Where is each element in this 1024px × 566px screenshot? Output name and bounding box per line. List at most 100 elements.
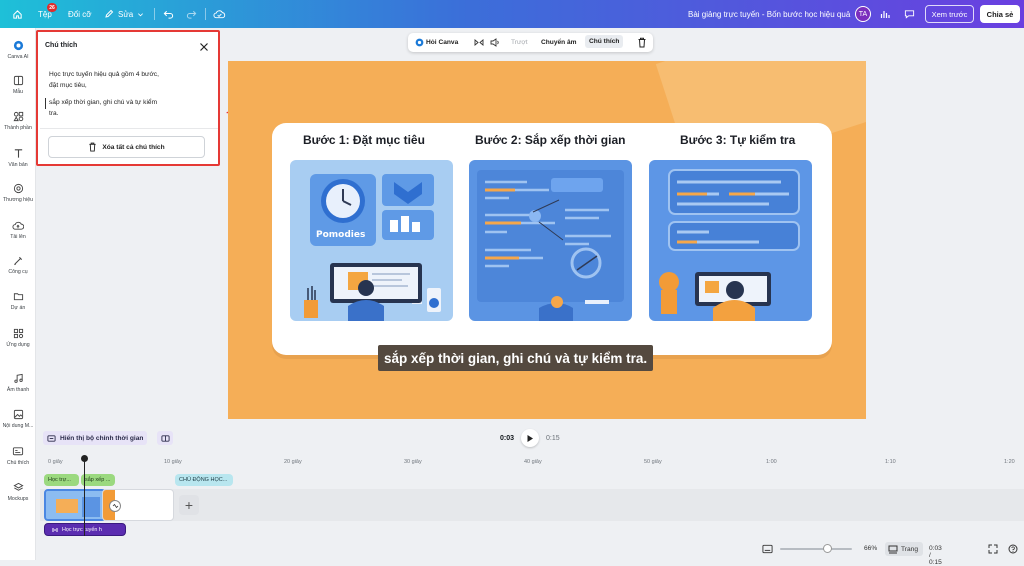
step-title: Bước 3: Tự kiểm tra: [680, 133, 796, 147]
redo-button[interactable]: [186, 0, 197, 28]
caption-clip[interactable]: Học trự...: [44, 474, 79, 486]
zoom-slider-track[interactable]: [780, 548, 852, 550]
mockups-icon: [12, 482, 24, 491]
rail-item-brand[interactable]: Thương hiệu: [0, 183, 36, 203]
fullscreen-icon[interactable]: [988, 544, 998, 554]
comment-icon: [904, 10, 914, 19]
home-icon: [13, 9, 22, 19]
audio-clip[interactable]: Học trực tuyến h: [44, 523, 126, 536]
captions-panel: Chú thích Học trực tuyến hiệu quả gồm 4 …: [36, 30, 220, 166]
panel-title: Chú thích: [45, 42, 78, 49]
volume-icon[interactable]: [490, 38, 501, 47]
play-icon: [527, 434, 534, 442]
ruler-label: 20 giây: [284, 459, 302, 465]
trash-icon[interactable]: [637, 37, 647, 48]
rail-item-projects[interactable]: Dự án: [0, 291, 36, 311]
divider: [154, 8, 155, 20]
bar-chart-icon: [880, 11, 890, 18]
rail-item-captions[interactable]: Chú thích: [0, 446, 36, 466]
add-page-button[interactable]: +: [179, 495, 199, 515]
slide-button[interactable]: Trượt: [511, 39, 528, 46]
document-title[interactable]: Bài giảng trực tuyến - Bốn bước học hiệu…: [688, 0, 850, 28]
caption-clip[interactable]: CHỦ ĐỘNG HỌC...: [175, 474, 233, 486]
zoom-level[interactable]: 66%: [864, 545, 877, 552]
playback-controls: 0:03 0:15: [500, 429, 560, 447]
rail-item-mockups[interactable]: Mockups: [0, 482, 36, 502]
captions-button[interactable]: Chú thích: [585, 35, 624, 48]
page-clip-thumbnail: [46, 491, 104, 519]
edit-menu[interactable]: Sửa: [104, 0, 144, 28]
brand-icon: [13, 183, 23, 194]
canva-ai-icon: [13, 40, 23, 51]
home-button[interactable]: [12, 0, 23, 28]
divider: [40, 128, 218, 129]
playhead-handle[interactable]: [81, 455, 88, 462]
rail-item-canva-ai[interactable]: Canva AI: [0, 40, 36, 60]
flip-icon[interactable]: [474, 38, 484, 47]
folder-icon: [13, 293, 23, 301]
pages-icon: [888, 545, 898, 553]
caption-clip[interactable]: sắp xếp ...: [81, 474, 115, 486]
rail-item-uploads[interactable]: Tải lên: [0, 220, 36, 240]
notification-badge: 26: [47, 3, 57, 12]
canva-ai-icon: [415, 38, 424, 47]
close-button[interactable]: [198, 40, 210, 52]
comment-button[interactable]: [900, 6, 918, 22]
share-button[interactable]: Chia sẻ: [980, 5, 1020, 23]
rail-item-templates[interactable]: Mẫu: [0, 75, 36, 95]
page-clip[interactable]: [102, 489, 174, 521]
notes-icon[interactable]: [762, 544, 773, 554]
rail-item-elements[interactable]: Thành phần: [0, 111, 36, 131]
insights-button[interactable]: [876, 6, 894, 22]
rail-label: Canva AI: [7, 54, 29, 60]
rail-label: Ứng dụng: [6, 342, 30, 348]
help-icon[interactable]: [1008, 544, 1018, 554]
caption-line[interactable]: tra.: [49, 109, 59, 120]
transition-button[interactable]: Chuyển âm: [541, 39, 577, 46]
rail-item-tools[interactable]: Công cụ: [0, 255, 36, 275]
tools-icon: [13, 256, 22, 266]
caption-clip-label: sắp xếp ...: [85, 477, 111, 483]
page-clip[interactable]: [44, 489, 106, 521]
playhead[interactable]: [84, 456, 85, 536]
doc-title-text: Bài giảng trực tuyến - Bốn bước học hiệu…: [688, 9, 851, 19]
preview-button[interactable]: Xem trước: [925, 5, 974, 23]
slide-canvas[interactable]: Bước 1: Đặt mục tiêu Bước 2: Sắp xếp thờ…: [228, 61, 866, 419]
rail-item-text[interactable]: Văn bản: [0, 148, 36, 168]
audio-clip-label: Học trực tuyến h: [62, 526, 102, 533]
avatar[interactable]: TA: [855, 6, 871, 22]
context-toolbar: Hỏi Canva Trượt Chuyển âm Chú thích: [408, 33, 653, 52]
caption-clip-label: CHỦ ĐỘNG HỌC...: [179, 477, 228, 483]
caption-line[interactable]: Học trực tuyến hiệu quả gồm 4 bước,: [49, 70, 159, 81]
rail-label: Mẫu: [12, 89, 24, 95]
step-title: Bước 1: Đặt mục tiêu: [303, 133, 425, 147]
transition-button[interactable]: [109, 500, 121, 512]
pages-button[interactable]: Trang: [885, 542, 923, 556]
clear-all-captions-button[interactable]: Xóa tất cả chú thích: [48, 136, 205, 158]
caption-line[interactable]: đặt mục tiêu,: [49, 81, 87, 92]
slide-caption-overlay[interactable]: sắp xếp thời gian, ghi chú và tự kiểm tr…: [378, 345, 654, 371]
rail-item-media[interactable]: Nội dung M...: [0, 409, 36, 429]
show-timing-button[interactable]: Hiển thị bộ chỉnh thời gian: [43, 431, 148, 445]
split-button[interactable]: [157, 431, 173, 445]
apps-icon: [13, 328, 23, 339]
zoom-slider-handle[interactable]: [823, 544, 833, 553]
step-title: Bước 2: Sắp xếp thời gian: [475, 133, 626, 147]
timeline-ruler[interactable]: 0 giây 10 giây 20 giây 30 giây 40 giây 5…: [40, 456, 1024, 468]
ask-canva-button[interactable]: Hỏi Canva: [426, 39, 458, 46]
undo-button[interactable]: [163, 0, 174, 28]
rail-label: Tải lên: [10, 234, 26, 240]
goal-setting-illustration: Pomodies: [290, 160, 453, 321]
rail-label: Công cụ: [8, 269, 28, 275]
rail-label: Thương hiệu: [3, 197, 33, 203]
current-time: 0:03: [500, 434, 515, 442]
plus-icon: +: [184, 497, 194, 513]
rail-item-audio[interactable]: Âm thanh: [0, 373, 36, 393]
caption-line[interactable]: sắp xếp thời gian, ghi chú và tự kiểm: [49, 98, 157, 109]
resize-button[interactable]: Đổi cỡ: [68, 0, 91, 28]
cloud-save-status[interactable]: [213, 0, 226, 28]
rail-item-apps[interactable]: Ứng dụng: [0, 328, 36, 348]
text-cursor: [45, 98, 46, 109]
close-icon: [200, 43, 208, 51]
play-button[interactable]: [521, 429, 540, 447]
